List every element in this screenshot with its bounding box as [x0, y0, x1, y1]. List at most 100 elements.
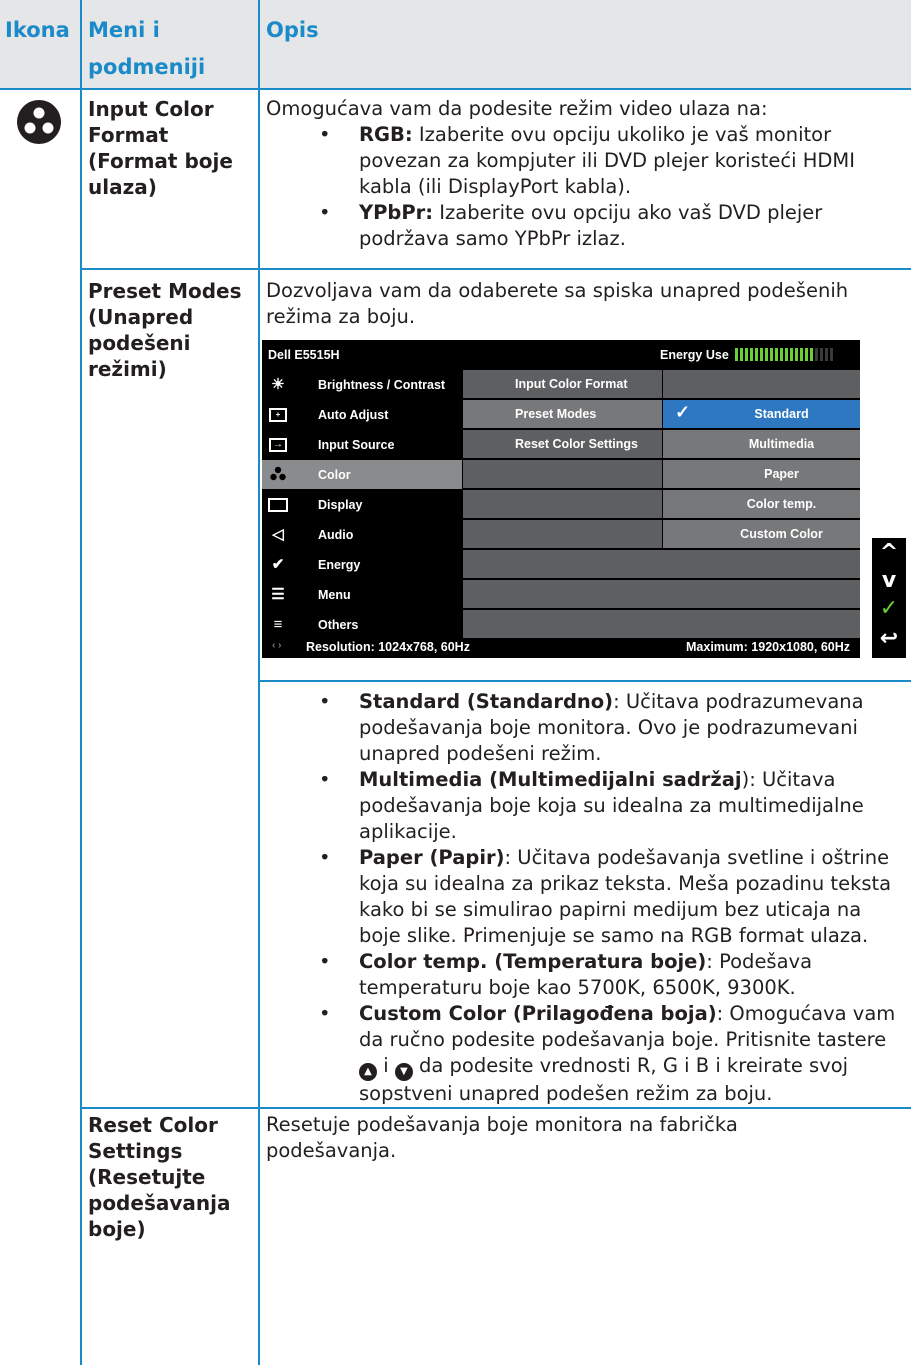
check-icon[interactable]: ✓ — [872, 594, 906, 624]
osd-title-bar: Dell E5515H Energy Use — [262, 340, 860, 370]
osd-menu-screenshot: Dell E5515H Energy Use ☀ Brightness / Co… — [262, 340, 860, 658]
osd-option-standard[interactable]: ✓ Standard — [663, 400, 860, 428]
list-item: YPbPr: Izaberite ovu opciju ako vaš DVD … — [319, 200, 906, 252]
osd-menu-item-auto-adjust[interactable]: + Auto Adjust — [262, 400, 462, 429]
osd-status-bar: ‹ › Resolution: 1024x768, 60Hz Maximum: … — [262, 638, 860, 658]
osd-menu-label: Display — [318, 498, 363, 512]
title-line: podešavanja — [88, 1191, 231, 1215]
down-arrow-icon[interactable]: v — [872, 566, 906, 596]
menu-title-reset-color-settings: Reset Color Settings (Resetujte podešava… — [88, 1112, 258, 1242]
osd-option-multimedia[interactable]: Multimedia — [663, 430, 860, 458]
osd-option-paper[interactable]: Paper — [663, 460, 860, 488]
list-item-term: Custom Color (Prilagođena boja) — [359, 1002, 717, 1025]
grid-line — [258, 0, 260, 1365]
list-item: Color temp. (Temperatura boje): Podešava… — [319, 949, 906, 1001]
up-arrow-icon[interactable]: ^ — [872, 538, 906, 568]
back-icon[interactable]: ↩ — [872, 624, 906, 654]
list-item-term: YPbPr: — [359, 201, 434, 224]
osd-menu-item-menu[interactable]: ☰ Menu — [262, 580, 462, 609]
osd-menu-label: Menu — [318, 588, 351, 602]
osd-main-menu: ☀ Brightness / Contrast + Auto Adjust → … — [262, 370, 462, 638]
osd-submenu-label: Reset Color Settings — [515, 437, 638, 451]
description-reset-color-settings: Resetuje podešavanja boje monitora na fa… — [266, 1113, 738, 1162]
osd-preset-options: ✓ Standard Multimedia Paper Color temp. … — [663, 370, 860, 638]
title-line: podešeni — [88, 331, 191, 355]
auto-adjust-icon: + — [269, 408, 287, 422]
title-line: (Resetujte — [88, 1165, 206, 1189]
description-preset-modes-intro: Dozvoljava vam da odaberete sa spiska un… — [266, 279, 849, 328]
title-line: Format — [88, 123, 169, 147]
header-icon-col: Ikona — [5, 18, 70, 42]
osd-submenu-label: Preset Modes — [515, 407, 597, 421]
check-icon: ✓ — [675, 402, 691, 422]
others-icon: ≡ — [273, 616, 283, 633]
title-line: režimi) — [88, 357, 167, 381]
list-item-term: RGB: — [359, 123, 413, 146]
title-line: (Unapred — [88, 305, 194, 329]
osd-menu-item-display[interactable]: Display — [262, 490, 462, 519]
list-item: RGB: Izaberite ovu opciju ukoliko je vaš… — [319, 122, 906, 200]
down-button-icon: ▼ — [394, 1063, 413, 1081]
osd-option-custom-color[interactable]: Custom Color — [663, 520, 860, 548]
osd-submenu-preset-modes[interactable]: Preset Modes — [463, 400, 662, 428]
title-line: boje) — [88, 1217, 146, 1241]
energy-icon: ✔ — [271, 556, 285, 573]
osd-menu-item-energy[interactable]: ✔ Energy — [262, 550, 462, 579]
color-icon — [17, 100, 61, 144]
osd-menu-item-input-source[interactable]: → Input Source — [262, 430, 462, 459]
title-line: Input Color — [88, 97, 214, 121]
brightness-icon: ☀ — [271, 376, 285, 393]
list-item-term: Paper (Papir) — [359, 846, 505, 869]
title-line: Reset Color — [88, 1113, 218, 1137]
list-item-text: i — [377, 1054, 395, 1077]
osd-color-submenu: Input Color Format Preset Modes Reset Co… — [463, 370, 860, 638]
osd-nav-buttons: ^ v ✓ ↩ — [872, 538, 906, 658]
page: Ikona Meni i podmeniji Opis Input Color … — [0, 0, 911, 1365]
osd-maximum: Maximum: 1920x1080, 60Hz — [686, 640, 850, 654]
list-item-text: da podesite vrednosti R, G i B i kreirat… — [359, 1054, 849, 1105]
title-line: (Format boje — [88, 149, 233, 173]
osd-option-color-temp[interactable]: Color temp. — [663, 490, 860, 518]
up-button-icon: ▲ — [359, 1063, 377, 1081]
osd-menu-label: Audio — [318, 528, 354, 542]
osd-menu-label: Color — [318, 468, 351, 482]
title-line: Preset Modes — [88, 279, 242, 303]
osd-resolution: Resolution: 1024x768, 60Hz — [306, 640, 470, 654]
osd-menu-item-color[interactable]: Color — [262, 460, 462, 489]
osd-status-dots: ‹ › — [272, 640, 282, 651]
osd-submenu-label: Input Color Format — [515, 377, 628, 391]
energy-use-meter — [735, 348, 833, 361]
osd-menu-item-brightness-contrast[interactable]: ☀ Brightness / Contrast — [262, 370, 462, 399]
osd-option-label: Standard — [754, 407, 809, 421]
description-preset-modes-list: Standard (Standardno): Učitava podrazume… — [266, 689, 906, 1107]
osd-empty-cell — [463, 460, 662, 488]
grid-line — [80, 1107, 911, 1109]
osd-menu-label: Brightness / Contrast — [318, 378, 446, 392]
menu-title-preset-modes: Preset Modes (Unapred podešeni režimi) — [88, 278, 258, 382]
osd-option-label: Paper — [764, 467, 799, 481]
osd-menu-label: Others — [318, 618, 359, 632]
color-icon — [268, 465, 288, 485]
header-menu-col-line2: podmeniji — [88, 55, 206, 79]
list-item: Multimedia (Multimedijalni sadržaj): Uči… — [319, 767, 906, 845]
osd-menu-label: Energy — [318, 558, 361, 572]
menu-title-input-color-format: Input Color Format (Format boje ulaza) — [88, 96, 258, 200]
list-item-text: Izaberite ovu opciju ukoliko je vaš moni… — [359, 123, 855, 198]
grid-line — [80, 268, 911, 270]
osd-model-name: Dell E5515H — [268, 348, 340, 362]
osd-option-label: Color temp. — [746, 497, 817, 511]
audio-icon: ◁ — [272, 526, 284, 543]
list-item-term: Multimedia (Multimedijalni sadržaj — [359, 768, 742, 791]
menu-icon: ☰ — [271, 586, 285, 603]
osd-submenu-reset-color-settings[interactable]: Reset Color Settings — [463, 430, 662, 458]
grid-line — [80, 0, 82, 1365]
list-item: Standard (Standardno): Učitava podrazume… — [319, 689, 906, 767]
osd-menu-label: Input Source — [318, 438, 395, 452]
osd-menu-item-others[interactable]: ≡ Others — [262, 610, 462, 639]
osd-option-label: Multimedia — [748, 437, 815, 451]
osd-menu-item-audio[interactable]: ◁ Audio — [262, 520, 462, 549]
osd-energy-label: Energy Use — [660, 348, 729, 362]
osd-empty-cell — [663, 370, 860, 398]
title-line: Settings — [88, 1139, 183, 1163]
osd-submenu-input-color-format[interactable]: Input Color Format — [463, 370, 662, 398]
